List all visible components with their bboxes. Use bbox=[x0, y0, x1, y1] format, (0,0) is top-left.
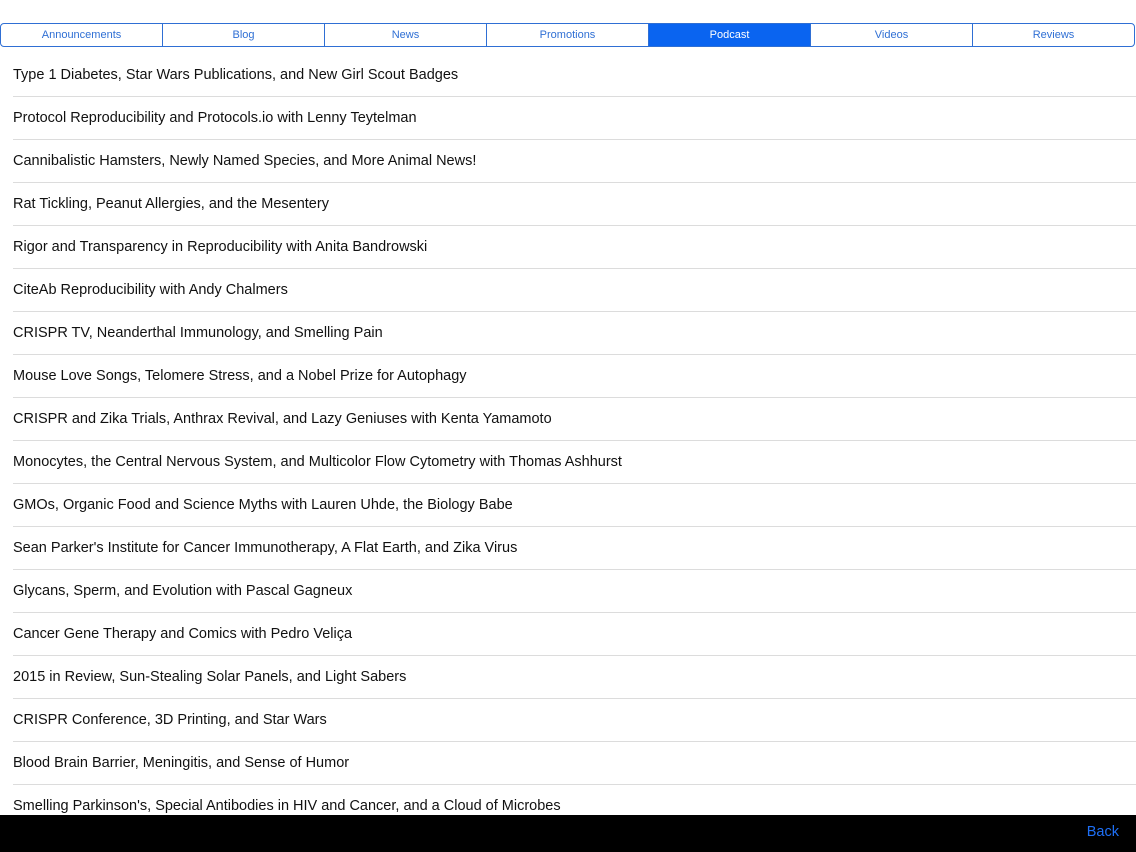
tab-promotions[interactable]: Promotions bbox=[487, 24, 649, 46]
podcast-screen: Announcements Blog News Promotions Podca… bbox=[0, 0, 1136, 852]
list-item[interactable]: CRISPR and Zika Trials, Anthrax Revival,… bbox=[13, 398, 1136, 441]
list-item[interactable]: GMOs, Organic Food and Science Myths wit… bbox=[13, 484, 1136, 527]
list-item[interactable]: CRISPR TV, Neanderthal Immunology, and S… bbox=[13, 312, 1136, 355]
list-item[interactable]: Type 1 Diabetes, Star Wars Publications,… bbox=[13, 54, 1136, 97]
list-item[interactable]: 2015 in Review, Sun-Stealing Solar Panel… bbox=[13, 656, 1136, 699]
list-item[interactable]: Protocol Reproducibility and Protocols.i… bbox=[13, 97, 1136, 140]
category-segmented-control: Announcements Blog News Promotions Podca… bbox=[0, 23, 1135, 47]
list-item[interactable]: Rat Tickling, Peanut Allergies, and the … bbox=[13, 183, 1136, 226]
list-item[interactable]: Mouse Love Songs, Telomere Stress, and a… bbox=[13, 355, 1136, 398]
list-item[interactable]: CRISPR Conference, 3D Printing, and Star… bbox=[13, 699, 1136, 742]
tab-announcements[interactable]: Announcements bbox=[1, 24, 163, 46]
tab-videos[interactable]: Videos bbox=[811, 24, 973, 46]
list-item[interactable]: Cannibalistic Hamsters, Newly Named Spec… bbox=[13, 140, 1136, 183]
list-item[interactable]: Smelling Parkinson's, Special Antibodies… bbox=[13, 785, 1136, 815]
list-item[interactable]: Monocytes, the Central Nervous System, a… bbox=[13, 441, 1136, 484]
tab-reviews[interactable]: Reviews bbox=[973, 24, 1134, 46]
list-item[interactable]: Sean Parker's Institute for Cancer Immun… bbox=[13, 527, 1136, 570]
tab-blog[interactable]: Blog bbox=[163, 24, 325, 46]
back-button[interactable]: Back bbox=[1087, 824, 1119, 840]
list-item[interactable]: Glycans, Sperm, and Evolution with Pasca… bbox=[13, 570, 1136, 613]
bottom-toolbar: Back bbox=[0, 815, 1136, 852]
list-item[interactable]: Rigor and Transparency in Reproducibilit… bbox=[13, 226, 1136, 269]
tab-news[interactable]: News bbox=[325, 24, 487, 46]
list-item[interactable]: Cancer Gene Therapy and Comics with Pedr… bbox=[13, 613, 1136, 656]
podcast-episode-list[interactable]: Type 1 Diabetes, Star Wars Publications,… bbox=[0, 54, 1136, 815]
list-item[interactable]: CiteAb Reproducibility with Andy Chalmer… bbox=[13, 269, 1136, 312]
tab-podcast[interactable]: Podcast bbox=[649, 24, 811, 46]
list-item[interactable]: Blood Brain Barrier, Meningitis, and Sen… bbox=[13, 742, 1136, 785]
